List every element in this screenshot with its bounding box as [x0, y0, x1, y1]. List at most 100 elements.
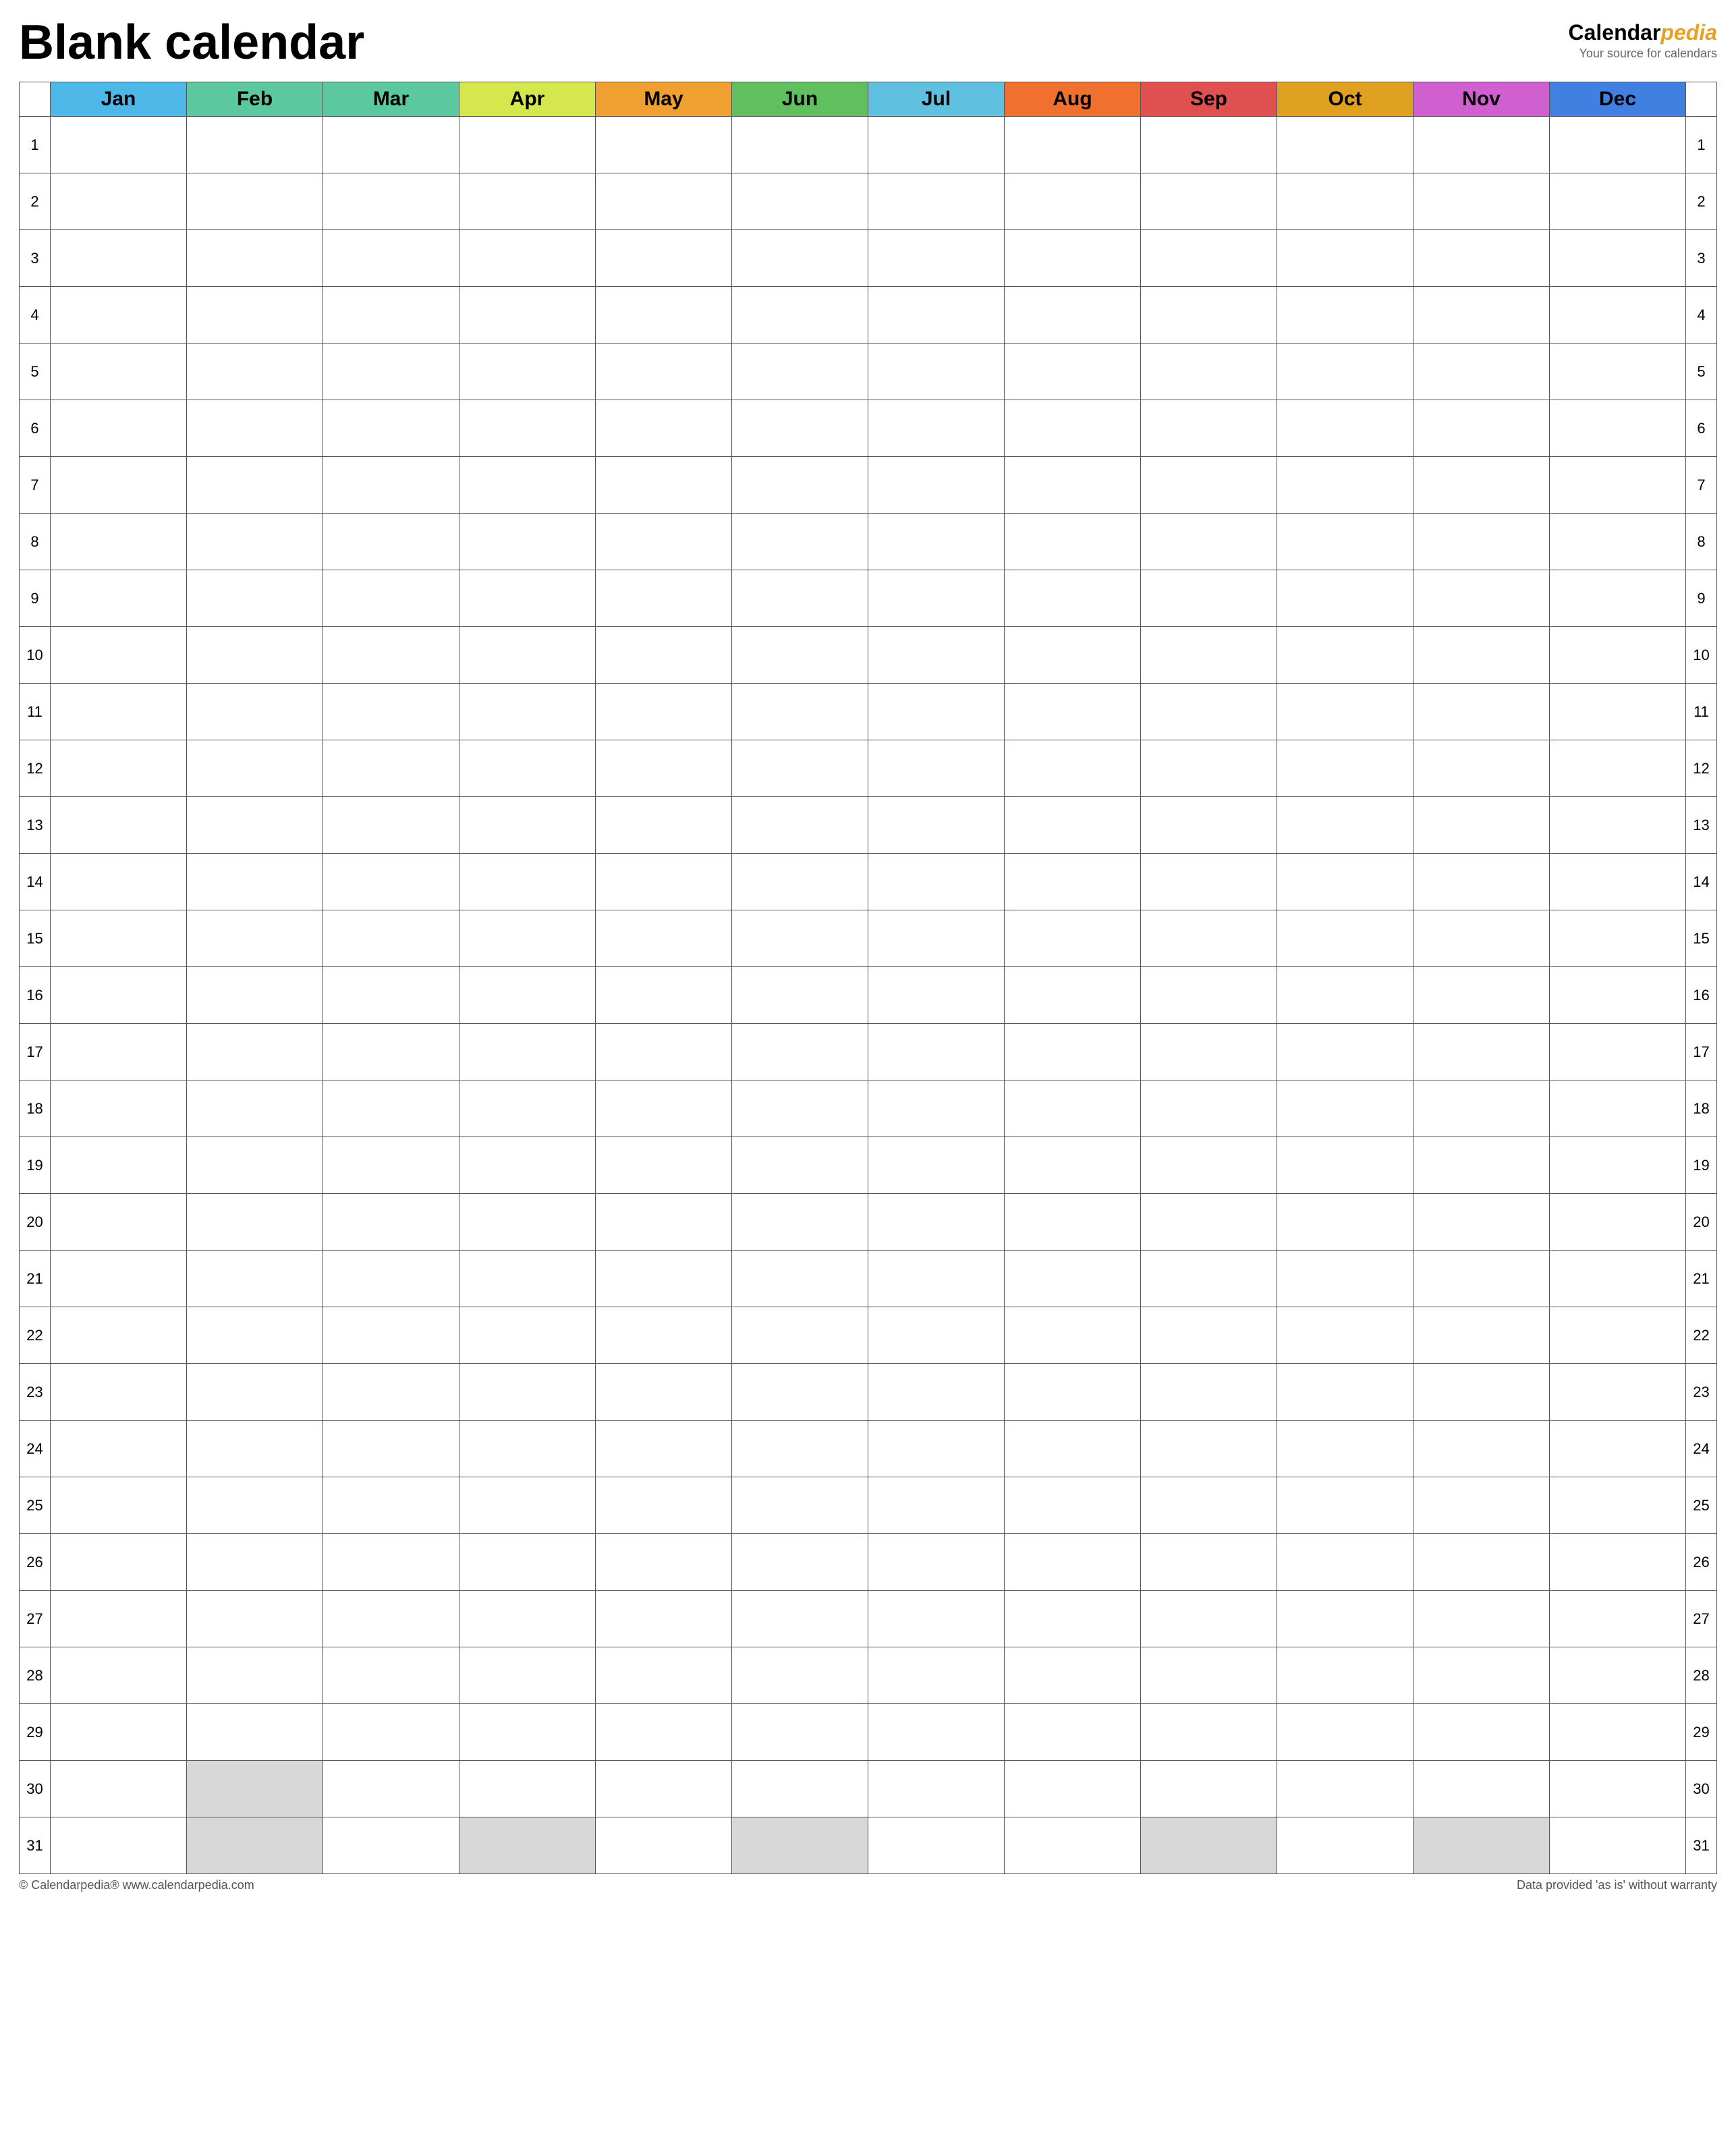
day-cell[interactable]: [732, 1194, 868, 1251]
day-cell[interactable]: [1005, 627, 1141, 684]
day-cell[interactable]: [596, 854, 732, 910]
day-cell[interactable]: [596, 1194, 732, 1251]
day-cell[interactable]: [51, 627, 187, 684]
day-cell[interactable]: [1005, 287, 1141, 344]
day-cell[interactable]: [1413, 230, 1550, 287]
day-cell[interactable]: [51, 1704, 187, 1761]
day-cell[interactable]: [1550, 967, 1686, 1024]
day-cell[interactable]: [1550, 1251, 1686, 1307]
day-cell[interactable]: [868, 854, 1005, 910]
day-cell[interactable]: [459, 1534, 596, 1591]
day-cell[interactable]: [1277, 854, 1413, 910]
day-cell[interactable]: [596, 117, 732, 173]
day-cell[interactable]: [51, 1591, 187, 1647]
day-cell[interactable]: [1413, 1307, 1550, 1364]
day-cell[interactable]: [1277, 1194, 1413, 1251]
day-cell[interactable]: [1413, 173, 1550, 230]
day-cell[interactable]: [323, 457, 459, 514]
day-cell[interactable]: [1413, 854, 1550, 910]
day-cell[interactable]: [732, 684, 868, 740]
day-cell[interactable]: [459, 344, 596, 400]
day-cell[interactable]: [1005, 1421, 1141, 1477]
day-cell[interactable]: [732, 230, 868, 287]
day-cell[interactable]: [1141, 1137, 1277, 1194]
day-cell[interactable]: [1277, 1307, 1413, 1364]
day-cell[interactable]: [323, 344, 459, 400]
day-cell[interactable]: [1277, 287, 1413, 344]
day-cell[interactable]: [732, 457, 868, 514]
day-cell[interactable]: [459, 684, 596, 740]
day-cell[interactable]: [596, 1024, 732, 1080]
day-cell[interactable]: [459, 570, 596, 627]
day-cell[interactable]: [1005, 230, 1141, 287]
day-cell[interactable]: [596, 1647, 732, 1704]
day-cell[interactable]: [1141, 287, 1277, 344]
day-cell[interactable]: [1141, 1421, 1277, 1477]
day-cell[interactable]: [1550, 627, 1686, 684]
day-cell[interactable]: [1413, 797, 1550, 854]
day-cell[interactable]: [596, 514, 732, 570]
day-cell[interactable]: [187, 1704, 323, 1761]
day-cell[interactable]: [1141, 854, 1277, 910]
day-cell[interactable]: [1277, 1080, 1413, 1137]
day-cell[interactable]: [187, 230, 323, 287]
day-cell[interactable]: [1413, 117, 1550, 173]
day-cell[interactable]: [1550, 1534, 1686, 1591]
day-cell[interactable]: [596, 1137, 732, 1194]
day-cell[interactable]: [868, 1647, 1005, 1704]
day-cell[interactable]: [1277, 400, 1413, 457]
day-cell[interactable]: [1413, 627, 1550, 684]
day-cell[interactable]: [1413, 344, 1550, 400]
day-cell[interactable]: [732, 1761, 868, 1817]
day-cell[interactable]: [1550, 1364, 1686, 1421]
day-cell[interactable]: [1277, 344, 1413, 400]
day-cell[interactable]: [1413, 1477, 1550, 1534]
day-cell[interactable]: [1413, 1647, 1550, 1704]
day-cell[interactable]: [1141, 1704, 1277, 1761]
day-cell[interactable]: [1550, 1421, 1686, 1477]
day-cell[interactable]: [1413, 1194, 1550, 1251]
day-cell[interactable]: [323, 1704, 459, 1761]
day-cell[interactable]: [1141, 910, 1277, 967]
day-cell[interactable]: [1550, 1137, 1686, 1194]
day-cell[interactable]: [323, 1534, 459, 1591]
day-cell[interactable]: [1005, 1307, 1141, 1364]
day-cell[interactable]: [868, 457, 1005, 514]
day-cell[interactable]: [1550, 1024, 1686, 1080]
day-cell[interactable]: [459, 967, 596, 1024]
day-cell[interactable]: [323, 627, 459, 684]
day-cell[interactable]: [596, 1534, 732, 1591]
day-cell[interactable]: [459, 1421, 596, 1477]
day-cell[interactable]: [1141, 1307, 1277, 1364]
day-cell[interactable]: [187, 684, 323, 740]
day-cell[interactable]: [1277, 1024, 1413, 1080]
day-cell[interactable]: [1277, 684, 1413, 740]
day-cell[interactable]: [1277, 1364, 1413, 1421]
day-cell[interactable]: [868, 1534, 1005, 1591]
day-cell[interactable]: [1141, 1251, 1277, 1307]
day-cell[interactable]: [187, 1817, 323, 1874]
day-cell[interactable]: [868, 287, 1005, 344]
day-cell[interactable]: [1550, 287, 1686, 344]
day-cell[interactable]: [868, 230, 1005, 287]
day-cell[interactable]: [596, 1591, 732, 1647]
day-cell[interactable]: [596, 684, 732, 740]
day-cell[interactable]: [323, 1194, 459, 1251]
day-cell[interactable]: [1550, 1761, 1686, 1817]
day-cell[interactable]: [868, 1194, 1005, 1251]
day-cell[interactable]: [1005, 400, 1141, 457]
day-cell[interactable]: [323, 400, 459, 457]
day-cell[interactable]: [732, 117, 868, 173]
day-cell[interactable]: [732, 910, 868, 967]
day-cell[interactable]: [868, 1024, 1005, 1080]
day-cell[interactable]: [1141, 344, 1277, 400]
day-cell[interactable]: [1141, 627, 1277, 684]
day-cell[interactable]: [323, 1364, 459, 1421]
day-cell[interactable]: [1550, 400, 1686, 457]
day-cell[interactable]: [1005, 1534, 1141, 1591]
day-cell[interactable]: [1141, 740, 1277, 797]
day-cell[interactable]: [187, 287, 323, 344]
day-cell[interactable]: [1005, 117, 1141, 173]
day-cell[interactable]: [596, 287, 732, 344]
day-cell[interactable]: [187, 1194, 323, 1251]
